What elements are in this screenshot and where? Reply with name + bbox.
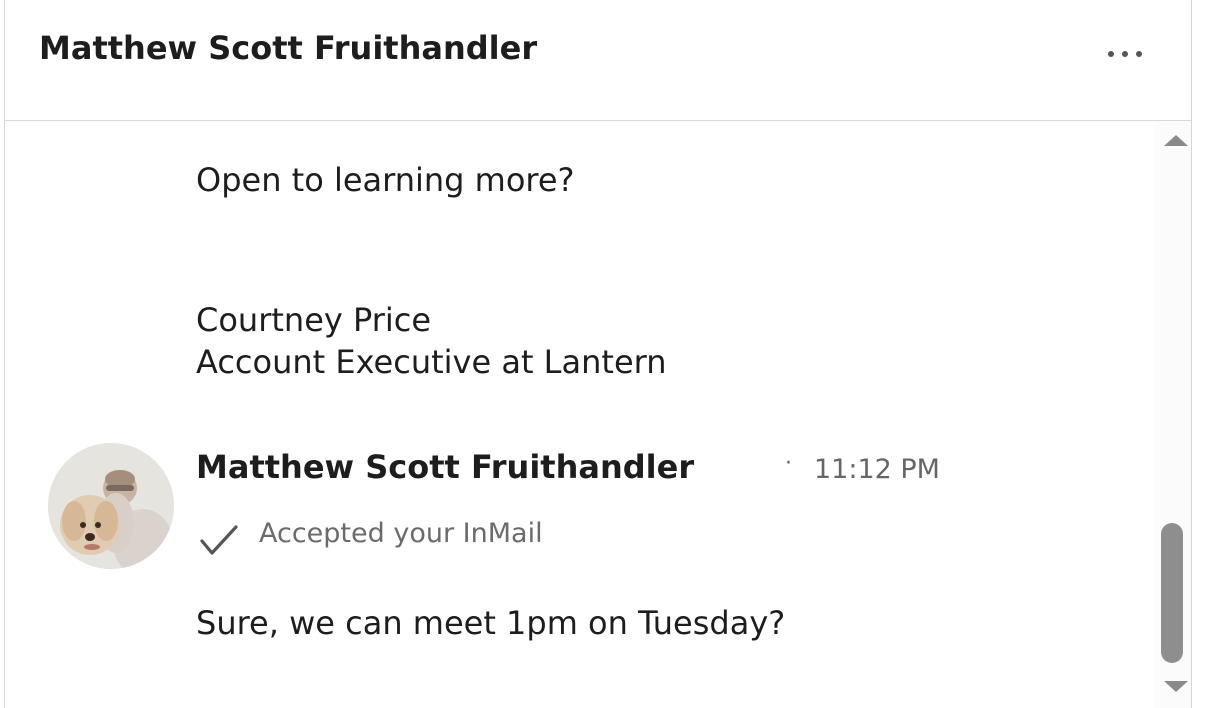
conversation-panel: Matthew Scott Fruithandler Open to learn… xyxy=(4,0,1192,708)
messaging-window: Matthew Scott Fruithandler Open to learn… xyxy=(0,0,1222,708)
scroll-down-arrow-icon[interactable] xyxy=(1164,681,1188,692)
inmail-status-text: Accepted your InMail xyxy=(259,518,543,549)
conversation-header: Matthew Scott Fruithandler xyxy=(5,0,1191,121)
message-question: Open to learning more? xyxy=(196,161,575,199)
scroll-up-arrow-icon[interactable] xyxy=(1164,135,1188,146)
checkmark-icon xyxy=(200,525,238,555)
ellipsis-icon xyxy=(1108,51,1142,57)
reply-timestamp: 11:12 PM xyxy=(814,454,940,485)
more-options-button[interactable] xyxy=(1103,36,1147,72)
scrollbar-thumb[interactable] xyxy=(1161,523,1183,663)
reply-message-body: Sure, we can meet 1pm on Tuesday? xyxy=(196,604,786,642)
message-thread[interactable]: Open to learning more? Courtney Price Ac… xyxy=(5,121,1155,708)
reply-sender-name[interactable]: Matthew Scott Fruithandler xyxy=(196,448,694,486)
avatar-photo xyxy=(48,443,174,569)
signature-name: Courtney Price xyxy=(196,301,432,339)
conversation-title[interactable]: Matthew Scott Fruithandler xyxy=(39,29,537,67)
separator-dot: · xyxy=(785,451,792,476)
thread-scrollbar[interactable] xyxy=(1155,121,1191,708)
sender-avatar[interactable] xyxy=(48,443,174,569)
signature-title: Account Executive at Lantern xyxy=(196,343,667,381)
